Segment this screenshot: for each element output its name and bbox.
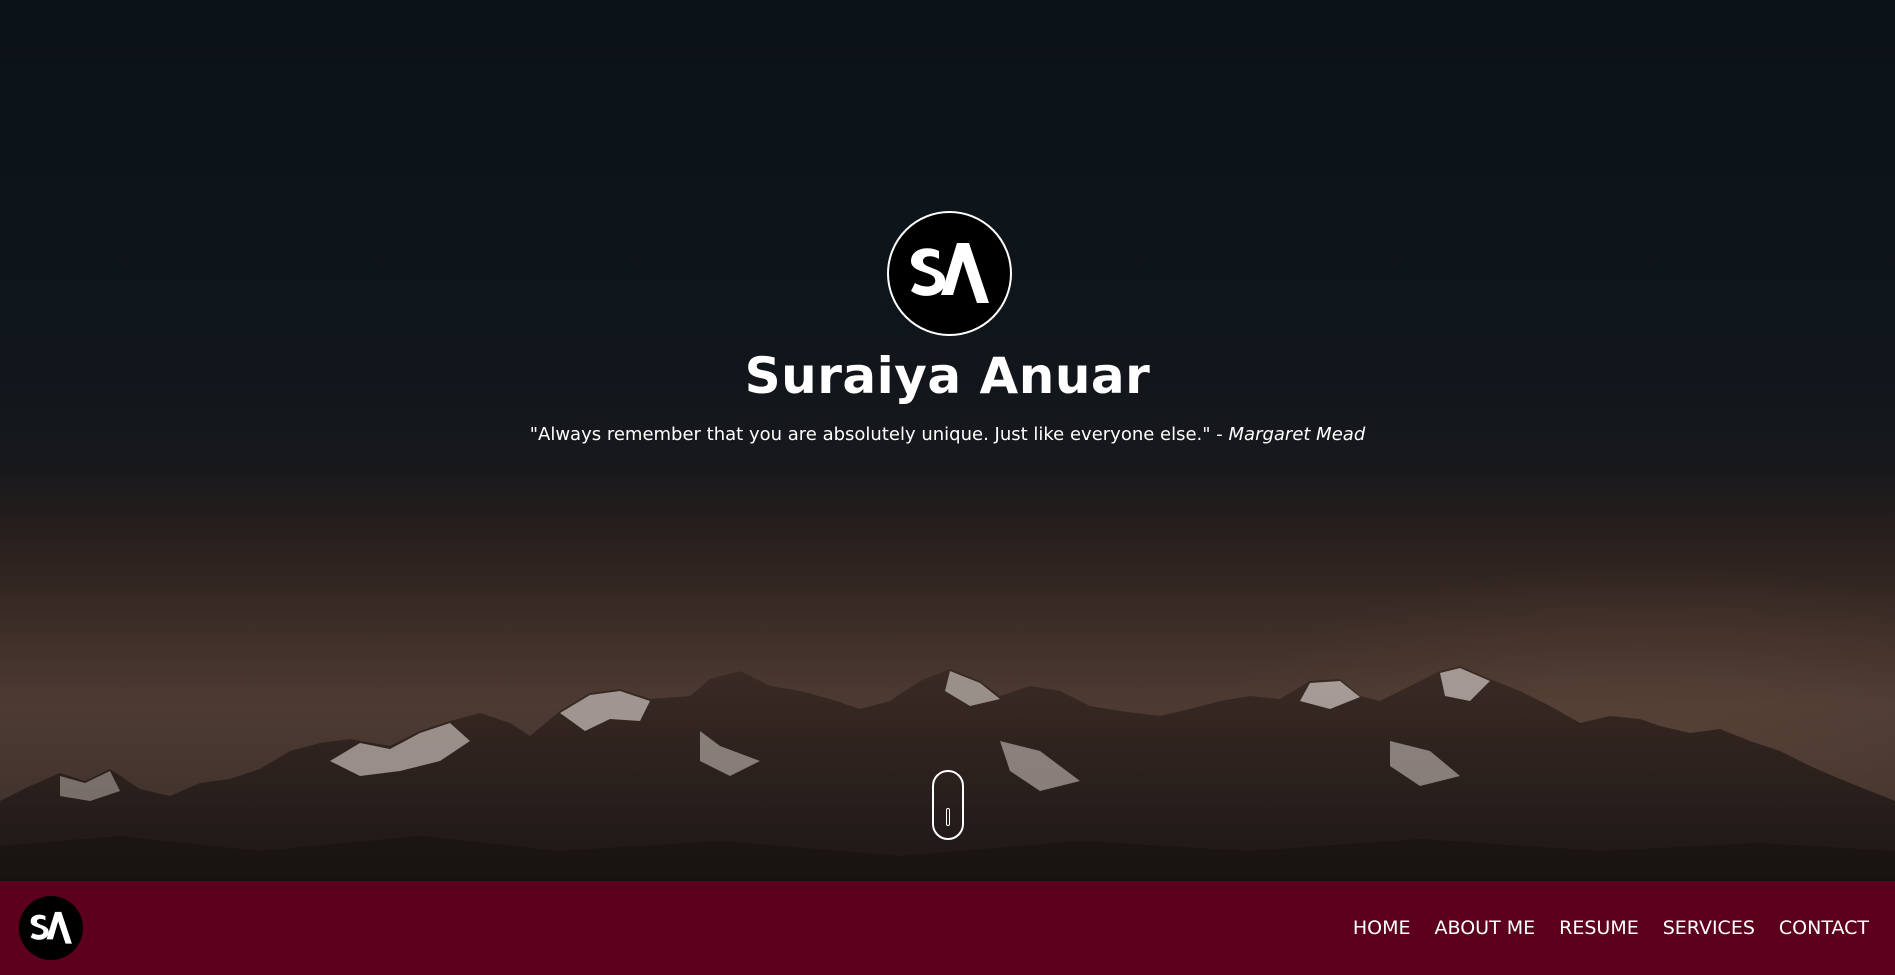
mountain-range-background <box>0 666 1895 881</box>
hero-section: Suraiya Anuar "Always remember that you … <box>0 0 1895 881</box>
quote-text: "Always remember that you are absolutely… <box>529 424 1223 445</box>
nav-link-services[interactable]: SERVICES <box>1663 917 1755 939</box>
nav-link-about-me[interactable]: ABOUT ME <box>1435 917 1536 939</box>
quote-author: Margaret Mead <box>1228 424 1366 445</box>
bottom-navbar: HOME ABOUT ME RESUME SERVICES CONTACT <box>0 881 1895 975</box>
nav-links: HOME ABOUT ME RESUME SERVICES CONTACT <box>1329 881 1869 975</box>
nav-logo-button[interactable] <box>19 896 83 960</box>
profile-logo-avatar <box>887 211 1012 336</box>
profile-name-heading: Suraiya Anuar <box>744 347 1151 405</box>
mouse-wheel <box>946 808 950 826</box>
hero-quote: "Always remember that you are absolutely… <box>0 424 1895 445</box>
mouse-scroll-icon[interactable] <box>932 770 964 840</box>
nav-link-resume[interactable]: RESUME <box>1559 917 1639 939</box>
nav-link-contact[interactable]: CONTACT <box>1779 917 1869 939</box>
nav-link-home[interactable]: HOME <box>1353 917 1411 939</box>
sa-monogram-logo-icon <box>30 911 72 944</box>
sa-monogram-logo-icon <box>911 243 989 303</box>
